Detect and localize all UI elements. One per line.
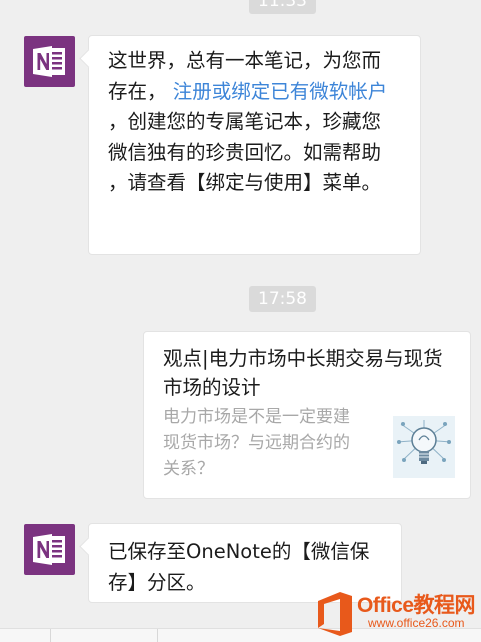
register-account-link[interactable]: 注册或绑定已有微软帐户	[173, 80, 388, 103]
timestamp-badge: 11:33	[249, 0, 316, 14]
timestamp-badge: 17:58	[249, 286, 316, 312]
watermark-url: www.office26.com	[368, 616, 465, 630]
article-card[interactable]: 观点|电力市场中长期交易与现货 市场的设计 电力市场是不是一定要建 现货市场？与…	[143, 331, 471, 499]
message-line: ，请查看【绑定与使用】菜单。	[108, 171, 382, 194]
onenote-avatar[interactable]	[24, 36, 75, 87]
message-line: 存在， 注册或绑定已有微软帐户	[108, 77, 402, 108]
menu-divider	[50, 629, 51, 642]
message-text: 存在，	[108, 79, 167, 103]
message-line: ，创建您的专属笔记本，珍藏您	[108, 110, 382, 133]
onenote-avatar[interactable]	[24, 524, 75, 575]
office-watermark-logo: Office教程网 www.office26.com	[312, 585, 481, 642]
watermark-brand: Office教程网	[357, 594, 476, 617]
article-description-line: 现货市场？与远期合约的	[163, 433, 350, 453]
onenote-logo-icon	[33, 46, 65, 77]
article-title-line: 观点|电力市场中长期交易与现货	[163, 347, 443, 370]
message-line: 这世界，总有一本笔记，为您而	[108, 49, 382, 72]
welcome-message-bubble: 这世界，总有一本笔记，为您而 存在， 注册或绑定已有微软帐户 ，创建您的专属笔记…	[88, 35, 421, 255]
menu-divider	[157, 629, 158, 642]
article-description-line: 关系？	[163, 459, 214, 479]
office-logo-icon	[318, 592, 352, 636]
article-title-line: 市场的设计	[163, 376, 261, 399]
article-description-line: 电力市场是不是一定要建	[163, 407, 350, 427]
message-line: 已保存至OneNote的【微信保	[108, 540, 370, 563]
lightbulb-image	[393, 416, 455, 478]
message-line: 微信独有的珍贵回忆。如需帮助	[108, 140, 382, 164]
welcome-message-text: 这世界，总有一本笔记，为您而 存在， 注册或绑定已有微软帐户 ，创建您的专属笔记…	[108, 46, 402, 199]
article-title: 观点|电力市场中长期交易与现货 市场的设计	[163, 344, 458, 402]
onenote-logo-icon	[33, 534, 65, 565]
article-thumbnail	[393, 416, 455, 478]
article-description: 电力市场是不是一定要建 现货市场？与远期合约的 关系？	[163, 404, 373, 482]
